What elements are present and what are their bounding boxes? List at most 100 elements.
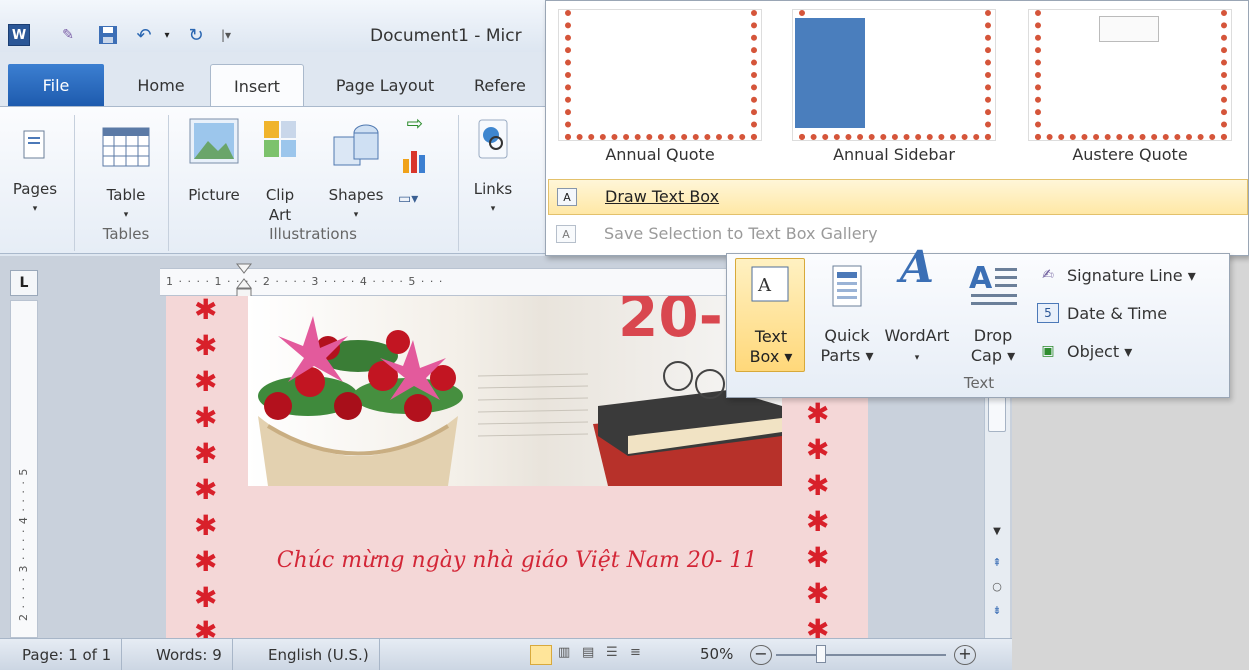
save-selection-label: Save Selection to Text Box Gallery — [604, 224, 878, 243]
vertical-ruler-marks: 2 · · · · 3 · · · · 4 · · · · 5 — [17, 467, 30, 621]
draw-text-box-icon: A — [557, 188, 577, 206]
previous-page-icon[interactable]: ⇞ — [988, 556, 1006, 572]
tab-references[interactable]: Refere — [474, 64, 544, 106]
wordart-icon: A — [899, 242, 935, 293]
screenshot-icon[interactable]: ▭▾ — [398, 191, 438, 215]
clip-art-icon — [264, 121, 296, 157]
undo-icon[interactable]: ↶ — [132, 24, 156, 46]
flower-border-icon: ✱ — [194, 615, 218, 639]
next-page-icon[interactable]: ⇟ — [988, 604, 1006, 620]
links-label: Links — [473, 180, 513, 198]
status-bar: Page: 1 of 1 Words: 9 English (U.S.) ▥ ▤… — [0, 638, 1012, 670]
save-icon[interactable] — [96, 24, 120, 46]
flower-border-icon: ✱ — [194, 296, 218, 326]
object-button[interactable]: ▣ Object ▾ — [1037, 336, 1132, 366]
drop-cap-button[interactable]: A Drop Cap ▾ — [959, 258, 1027, 372]
text-box-label: Text Box ▾ — [749, 327, 793, 366]
shapes-dropdown-icon: ▾ — [353, 210, 359, 220]
drop-cap-icon: A — [969, 262, 1017, 305]
status-words[interactable]: Words: 9 — [146, 639, 233, 670]
gallery-item-annual-sidebar[interactable] — [792, 9, 996, 141]
quick-parts-button[interactable]: Quick Parts ▾ — [811, 258, 883, 372]
pages-button[interactable]: Pages ▾ — [10, 115, 60, 215]
calendar-icon: 5 — [1037, 303, 1059, 323]
chart-icon[interactable] — [400, 145, 430, 177]
draft-view-icon[interactable]: ≡ — [630, 645, 650, 665]
zoom-in-icon[interactable]: + — [954, 645, 976, 665]
print-layout-view-icon[interactable] — [530, 645, 552, 665]
shapes-button[interactable]: Shapes ▾ — [318, 115, 394, 220]
draw-text-box-label: Draw Text Box — [605, 187, 720, 206]
signature-line-button[interactable]: ✍ Signature Line ▾ — [1037, 260, 1196, 290]
wordart-button[interactable]: A WordArt ▾ — [879, 242, 955, 372]
status-language[interactable]: English (U.S.) — [258, 639, 380, 670]
undo-dropdown-icon[interactable]: ▾ — [160, 24, 174, 46]
flower-border-icon: ✱ — [194, 437, 218, 470]
tab-home[interactable]: Home — [126, 64, 196, 106]
gallery-item-annual-quote[interactable] — [558, 9, 762, 141]
flower-border-icon: ✱ — [194, 365, 218, 398]
text-group-panel: A Text Box ▾ Quick Parts ▾ A WordArt ▾ A… — [726, 242, 1230, 398]
tab-file[interactable]: File — [8, 64, 104, 106]
tab-insert[interactable]: Insert — [210, 64, 304, 108]
object-icon: ▣ — [1041, 343, 1055, 359]
vertical-ruler[interactable]: 2 · · · · 3 · · · · 4 · · · · 5 — [10, 300, 38, 638]
quick-access-wand-icon[interactable]: ✎ — [56, 24, 80, 46]
smartart-icon[interactable]: ⇨ — [400, 111, 430, 139]
table-label: Table — [106, 186, 146, 204]
web-layout-icon[interactable]: ▤ — [582, 645, 602, 665]
gallery-item-austere-quote[interactable] — [1028, 9, 1232, 141]
table-button[interactable]: Table ▾ — [94, 115, 158, 220]
clip-art-button[interactable]: Clip Art — [254, 115, 306, 224]
zoom-out-icon[interactable]: − — [750, 645, 772, 665]
pages-label: Pages — [12, 180, 58, 198]
tab-page-layout[interactable]: Page Layout — [320, 64, 450, 106]
zoom-slider-handle[interactable] — [816, 645, 826, 663]
links-dropdown-icon: ▾ — [490, 204, 496, 214]
wordart-label: WordArt — [884, 326, 950, 345]
picture-icon — [189, 118, 239, 164]
tab-selector[interactable]: L — [10, 270, 38, 296]
outline-view-icon[interactable]: ☰ — [606, 645, 626, 665]
zoom-level[interactable]: 50% — [700, 645, 733, 663]
banner-date-text: 20- — [618, 296, 723, 350]
flower-border-icon: ✱ — [194, 509, 218, 542]
flower-border-icon: ✱ — [194, 473, 218, 506]
picture-button[interactable]: Picture — [178, 115, 250, 215]
flower-border-icon: ✱ — [194, 401, 218, 434]
picture-label: Picture — [188, 186, 240, 204]
text-box-button[interactable]: A Text Box ▾ — [735, 258, 805, 372]
flower-border-icon: ✱ — [194, 329, 218, 362]
word-app-icon[interactable]: W — [8, 24, 30, 46]
scrollbar-thumb[interactable] — [988, 392, 1006, 432]
full-screen-reading-icon[interactable]: ▥ — [558, 645, 578, 665]
redo-icon[interactable]: ↻ — [184, 24, 208, 46]
customize-toolbar-icon[interactable]: |▾ — [214, 24, 238, 46]
status-page[interactable]: Page: 1 of 1 — [12, 639, 123, 670]
banner-image[interactable]: 20- — [248, 296, 782, 486]
date-time-button[interactable]: 5 Date & Time — [1037, 298, 1167, 328]
flower-border-icon: ✱ — [806, 613, 830, 639]
group-text-label: Text — [963, 374, 995, 392]
save-selection-icon: A — [556, 225, 576, 243]
draw-text-box-menu-item[interactable]: A Draw Text Box — [548, 179, 1248, 215]
gallery-item-label: Annual Quote — [605, 145, 715, 164]
drop-cap-label: Drop Cap ▾ — [970, 326, 1016, 365]
table-dropdown-icon: ▾ — [123, 210, 129, 220]
links-button[interactable]: Links ▾ — [464, 115, 522, 215]
browse-object-icon[interactable]: ○ — [988, 580, 1006, 596]
scroll-down-icon[interactable]: ▼ — [988, 526, 1006, 542]
gallery-item-label: Annual Sidebar — [833, 145, 955, 164]
object-label: Object ▾ — [1067, 341, 1133, 361]
date-time-label: Date & Time — [1067, 303, 1168, 323]
links-icon — [478, 119, 508, 159]
wordart-dropdown-icon: ▾ — [914, 353, 920, 363]
signature-line-label: Signature Line ▾ — [1067, 265, 1196, 285]
zoom-slider[interactable] — [776, 654, 946, 656]
pages-dropdown-icon: ▾ — [32, 204, 38, 214]
flower-border-icon: ✱ — [806, 433, 830, 466]
greeting-text[interactable]: Chúc mừng ngày nhà giáo Việt Nam 20- 11 — [166, 548, 868, 573]
gallery-item-label: Austere Quote — [1072, 145, 1188, 164]
quick-parts-icon — [832, 265, 862, 307]
signature-line-icon: ✍ — [1042, 267, 1054, 283]
